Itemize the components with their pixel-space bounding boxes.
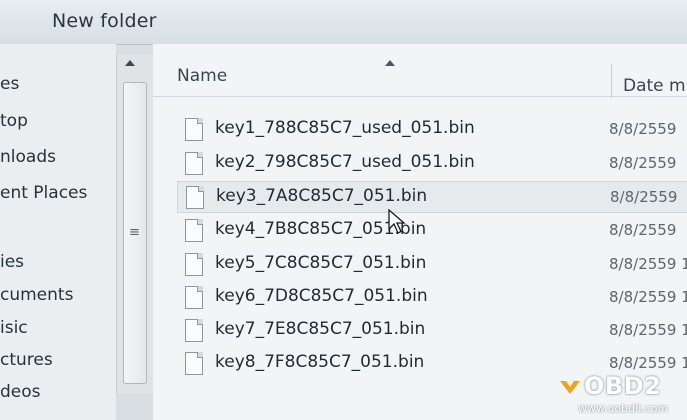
file-icon	[185, 152, 203, 175]
nav-item-documents[interactable]: cuments	[0, 285, 73, 305]
file-icon	[185, 118, 203, 141]
sort-ascending-icon	[385, 60, 395, 66]
file-row[interactable]: key6_7D8C85C7_051.bin 8/8/2559 1	[177, 282, 687, 312]
arrow-up-icon[interactable]	[125, 60, 135, 66]
file-name: key2_798C85C7_used_051.bin	[215, 152, 475, 172]
file-row[interactable]: key5_7C8C85C7_051.bin 8/8/2559 1	[177, 249, 687, 279]
nav-scrollbar[interactable]: ≡	[116, 54, 154, 394]
file-name: key3_7A8C85C7_051.bin	[216, 186, 428, 206]
nav-item-desktop[interactable]: top	[0, 111, 28, 131]
column-header-name[interactable]: Name	[177, 66, 227, 86]
obd2-badge-icon	[560, 381, 580, 394]
nav-item-libraries[interactable]: ies	[0, 252, 24, 272]
file-list: Name Date m key1_788C85C7_used_051.bin 8…	[153, 44, 687, 420]
nav-item-videos[interactable]: deos	[0, 382, 41, 402]
file-row[interactable]: key2_798C85C7_used_051.bin 8/8/2559	[177, 148, 687, 178]
nav-item-music[interactable]: isic	[0, 318, 28, 338]
file-name: key5_7C8C85C7_051.bin	[215, 253, 427, 273]
watermark-logo: OBD2 www.uobdii.com	[556, 372, 684, 418]
scrollbar-thumb[interactable]: ≡	[123, 82, 147, 384]
file-date: 8/8/2559	[610, 188, 678, 206]
grip-icon: ≡	[129, 225, 140, 240]
file-date: 8/8/2559 1	[609, 255, 687, 273]
watermark-brand: OBD2	[584, 372, 662, 400]
file-icon	[186, 186, 204, 209]
file-name: key1_788C85C7_used_051.bin	[215, 118, 475, 138]
watermark-url: www.uobdii.com	[578, 402, 669, 415]
file-name: key6_7D8C85C7_051.bin	[215, 286, 428, 306]
file-date: 8/8/2559 1	[609, 288, 687, 306]
file-icon	[185, 286, 203, 309]
file-icon	[185, 219, 203, 242]
file-date: 8/8/2559 1	[609, 321, 687, 339]
file-name: key8_7F8C85C7_051.bin	[215, 352, 425, 372]
file-date: 8/8/2559	[609, 120, 677, 138]
file-icon	[185, 352, 203, 375]
file-date: 8/8/2559	[609, 154, 677, 172]
window-title: New folder	[52, 10, 157, 32]
title-bar: New folder	[0, 0, 687, 45]
file-row-hovered[interactable]: key3_7A8C85C7_051.bin 8/8/2559	[177, 181, 687, 213]
navigation-pane: es top nloads ent Places ies cuments isi…	[0, 44, 116, 420]
file-name: key7_7E8C85C7_051.bin	[215, 319, 426, 339]
nav-item-favorites[interactable]: es	[0, 74, 19, 94]
explorer-window: New folder es top nloads ent Places ies …	[0, 0, 687, 420]
column-header-date[interactable]: Date m	[623, 76, 686, 96]
file-icon	[185, 319, 203, 342]
column-header-row: Name Date m	[153, 56, 687, 98]
file-date: 8/8/2559	[609, 221, 677, 239]
nav-item-downloads[interactable]: nloads	[0, 147, 56, 167]
file-row[interactable]: key1_788C85C7_used_051.bin 8/8/2559	[177, 114, 687, 144]
nav-item-pictures[interactable]: ctures	[0, 350, 53, 370]
column-divider[interactable]	[611, 64, 612, 98]
nav-item-recent-places[interactable]: ent Places	[0, 183, 87, 203]
file-row[interactable]: key7_7E8C85C7_051.bin 8/8/2559 1	[177, 315, 687, 345]
file-date: 8/8/2559 1	[609, 354, 687, 372]
file-row[interactable]: key4_7B8C85C7_051.bin 8/8/2559	[177, 215, 687, 245]
file-icon	[185, 253, 203, 276]
